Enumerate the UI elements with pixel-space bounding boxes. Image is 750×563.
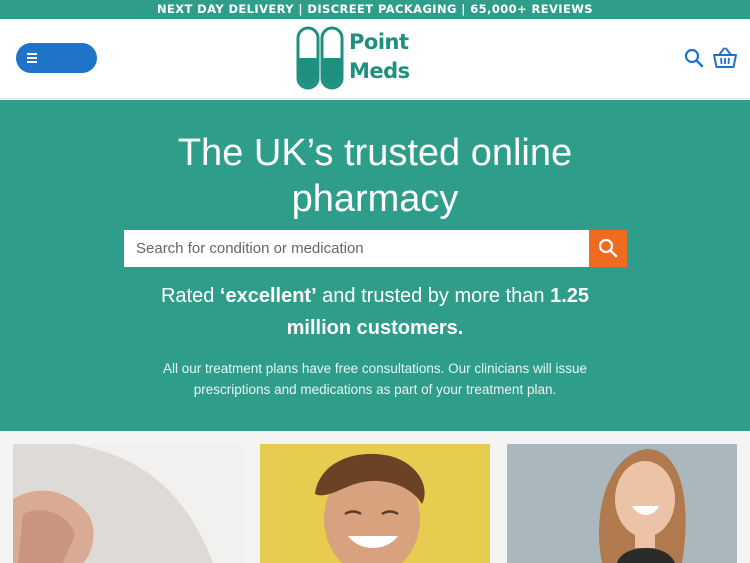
category-cards	[0, 431, 750, 563]
hero-description: All our treatment plans have free consul…	[0, 358, 750, 400]
menu-icon	[27, 53, 37, 63]
logo-text-meds: Meds	[349, 59, 410, 83]
trust-middle: and trusted by more than	[316, 285, 551, 307]
logo-text-point: Point	[349, 30, 409, 54]
category-card-laughing-woman[interactable]	[507, 444, 737, 563]
hero-desc-line2: prescriptions and medications as part of…	[193, 382, 557, 397]
laughing-woman-image	[507, 444, 737, 563]
search-icon	[598, 238, 618, 258]
chest-pain-image	[13, 444, 243, 563]
trust-prefix: Rated	[160, 285, 220, 307]
hero-section: The UK’s trusted online pharmacy Rated ‘…	[0, 100, 750, 431]
hero-search-input[interactable]	[124, 230, 589, 267]
hero-search-submit-button[interactable]	[589, 230, 627, 267]
trust-count: 1.25	[550, 285, 590, 307]
hero-search	[124, 230, 627, 267]
announcement-bar: NEXT DAY DELIVERY | DISCREET PACKAGING |…	[0, 0, 750, 19]
hero-title: The UK’s trusted online pharmacy	[0, 130, 750, 222]
smiling-man-image	[260, 444, 490, 563]
search-icon	[684, 48, 704, 68]
announcement-text: NEXT DAY DELIVERY | DISCREET PACKAGING |…	[156, 2, 593, 16]
basket-icon	[713, 47, 737, 68]
hero-title-line2: pharmacy	[291, 178, 459, 220]
header-search-button[interactable]	[684, 48, 704, 68]
trust-statement: Rated ‘excellent’ and trusted by more th…	[0, 280, 750, 344]
trust-tail: million customers.	[286, 317, 464, 339]
basket-button[interactable]	[713, 47, 737, 69]
category-card-chest-pain[interactable]	[13, 444, 243, 563]
category-card-smiling-man[interactable]	[260, 444, 490, 563]
hero-desc-line1: All our treatment plans have free consul…	[163, 361, 587, 376]
site-header: Point Meds	[0, 19, 750, 99]
site-logo[interactable]: Point Meds	[296, 26, 426, 92]
trust-rating: ‘excellent’	[219, 285, 317, 307]
menu-button[interactable]	[16, 43, 97, 73]
capsule-logo-icon	[296, 26, 344, 90]
hero-title-line1: The UK’s trusted online	[177, 132, 573, 174]
